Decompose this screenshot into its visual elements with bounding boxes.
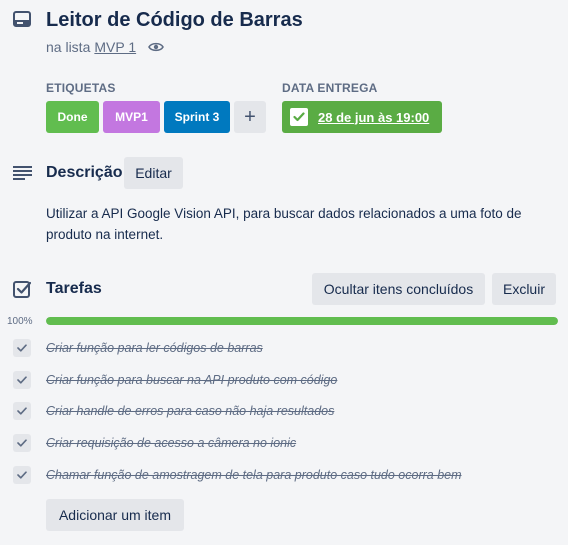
checklist-item-text[interactable]: Criar função para buscar na API produto … <box>46 373 337 387</box>
item-checkbox[interactable] <box>13 434 31 452</box>
delete-checklist-button[interactable]: Excluir <box>492 273 556 305</box>
item-checkbox[interactable] <box>13 466 31 484</box>
checklist-item-text[interactable]: Chamar função de amostragem de tela para… <box>46 468 462 482</box>
add-checklist-item-button[interactable]: Adicionar um item <box>46 499 184 531</box>
list-link[interactable]: MVP 1 <box>94 39 136 55</box>
due-complete-checkbox[interactable] <box>290 108 308 126</box>
add-label-button[interactable]: + <box>234 101 266 133</box>
progress-percentage: 100% <box>7 316 33 327</box>
card-icon <box>13 11 31 27</box>
checklist-item[interactable]: Criar handle de erros para caso não haja… <box>13 401 334 421</box>
checklist-item-text[interactable]: Criar requisição de acesso a câmera no i… <box>46 436 296 450</box>
check-icon <box>17 344 27 352</box>
checklist-item[interactable]: Criar função para buscar na API produto … <box>13 370 337 390</box>
check-icon <box>17 439 27 447</box>
eye-icon[interactable] <box>148 41 165 53</box>
description-text[interactable]: Utilizar a API Google Vision API, para b… <box>46 203 546 245</box>
checklist-progress-bar <box>46 317 558 325</box>
description-title: Descrição <box>46 164 123 181</box>
check-icon <box>17 471 27 479</box>
due-date-heading: DATA ENTREGA <box>282 81 378 95</box>
item-checkbox[interactable] <box>13 339 31 357</box>
item-checkbox[interactable] <box>13 371 31 389</box>
label-sprint-3[interactable]: Sprint 3 <box>164 101 230 133</box>
check-icon <box>17 376 27 384</box>
checklist-item[interactable]: Criar requisição de acesso a câmera no i… <box>13 433 296 453</box>
checklist-item-text[interactable]: Criar handle de erros para caso não haja… <box>46 404 334 418</box>
label-mvp1[interactable]: MVP1 <box>103 101 160 133</box>
checkbox-icon <box>13 281 31 298</box>
checklist-item[interactable]: Chamar função de amostragem de tela para… <box>13 465 462 485</box>
checklist-item-text[interactable]: Criar função para ler códigos de barras <box>46 341 263 355</box>
card-title: Leitor de Código de Barras <box>46 9 303 31</box>
checklist-title[interactable]: Tarefas <box>46 280 102 298</box>
label-done[interactable]: Done <box>46 101 99 133</box>
edit-description-button[interactable]: Editar <box>124 157 183 189</box>
check-icon <box>17 407 27 415</box>
check-icon <box>293 112 305 122</box>
text-lines-icon <box>13 166 32 180</box>
labels-heading: ETIQUETAS <box>46 81 116 95</box>
checklist-item[interactable]: Criar função para ler códigos de barras <box>13 338 263 358</box>
due-date-badge[interactable]: 28 de jun às 19:00 <box>282 101 442 133</box>
hide-checked-items-button[interactable]: Ocultar itens concluídos <box>312 273 485 305</box>
list-info: na lista MVP 1 <box>46 39 165 55</box>
list-prefix: na lista <box>46 39 91 55</box>
progress-fill <box>46 317 558 325</box>
due-date-text: 28 de jun às 19:00 <box>318 109 430 125</box>
item-checkbox[interactable] <box>13 402 31 420</box>
